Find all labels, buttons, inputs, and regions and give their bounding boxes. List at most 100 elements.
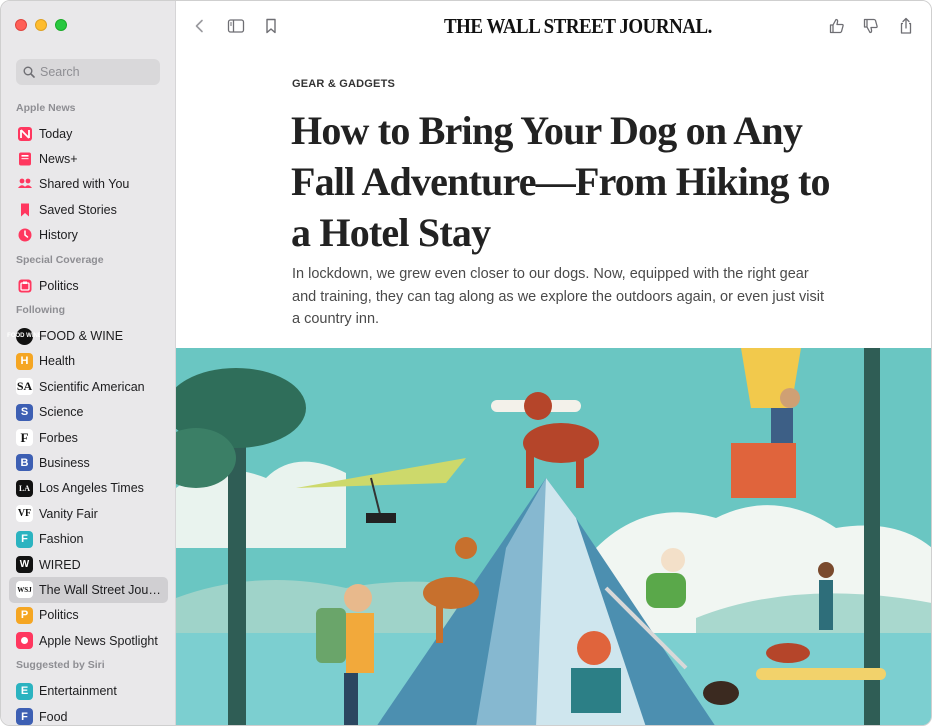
sidebar-item-label: WIRED: [39, 557, 81, 572]
sidebar-item-fashion[interactable]: F Fashion: [1, 526, 176, 551]
share-button[interactable]: [895, 15, 917, 37]
science-badge-icon: S: [16, 403, 33, 421]
sidebar-item-news-plus[interactable]: News+: [1, 146, 176, 171]
sidebar-item-label: Politics: [39, 608, 79, 623]
sidebar-item-saved-stories[interactable]: Saved Stories: [1, 197, 176, 222]
sidebar-item-label: Science: [39, 405, 84, 420]
sidebar-item-label: Today: [39, 126, 73, 141]
sidebar-item-label: Saved Stories: [39, 202, 117, 217]
sidebar-item-label: Entertainment: [39, 684, 117, 699]
search-input[interactable]: [40, 65, 150, 79]
badge-text: FOOD WINE: [7, 333, 42, 340]
sidebar-item-vanity-fair[interactable]: VF Vanity Fair: [1, 501, 176, 526]
sidebar-item-los-angeles-times[interactable]: LA Los Angeles Times: [1, 476, 176, 501]
badge-text: F: [20, 429, 29, 445]
sidebar-item-label: Forbes: [39, 430, 78, 445]
sidebar-item-food-wine[interactable]: FOOD WINE FOOD & WINE: [1, 323, 176, 348]
sidebar-toggle-button[interactable]: [225, 15, 247, 37]
close-window-button[interactable]: [15, 19, 27, 31]
sidebar-item-wall-street-journal[interactable]: WSJ The Wall Street Jour...: [9, 577, 168, 603]
sidebar-item-label: Business: [39, 455, 90, 470]
sidebar-item-label: Shared with You: [39, 177, 130, 192]
section-suggested-by-siri: Suggested by Siri: [16, 659, 105, 672]
forbes-logo-icon: F: [16, 429, 33, 447]
back-button[interactable]: [189, 15, 211, 37]
sidebar-item-label: The Wall Street Jour...: [39, 582, 161, 597]
window-controls: [15, 19, 67, 31]
section-special-coverage: Special Coverage: [16, 253, 104, 266]
zoom-window-button[interactable]: [55, 19, 67, 31]
section-following: Following: [16, 304, 65, 317]
sidebar-item-food[interactable]: F Food: [1, 704, 176, 725]
sidebar-item-history[interactable]: History: [1, 223, 176, 248]
sidebar-item-forbes[interactable]: F Forbes: [1, 425, 176, 450]
bookmark-icon: [16, 201, 33, 218]
sidebar-item-scientific-american[interactable]: SA Scientific American: [1, 374, 176, 399]
sidebar-item-label: Fashion: [39, 532, 84, 547]
vanity-fair-logo-icon: VF: [16, 505, 33, 523]
article-dek: In lockdown, we grew even closer to our …: [292, 266, 824, 327]
fashion-badge-icon: F: [16, 530, 33, 548]
article-kicker[interactable]: GEAR & GADGETS: [292, 78, 395, 90]
minimize-window-button[interactable]: [35, 19, 47, 31]
publication-masthead[interactable]: THE WALL STREET JOURNAL.: [444, 14, 712, 39]
badge-text: F: [21, 710, 28, 723]
sidebar-item-label: Vanity Fair: [39, 506, 98, 521]
badge-text: S: [20, 406, 29, 419]
badge-text: H: [20, 355, 29, 368]
suggest-more-button[interactable]: [826, 15, 848, 37]
la-times-logo-icon: LA: [16, 479, 33, 497]
entertainment-badge-icon: E: [16, 682, 33, 700]
sidebar-item-health[interactable]: H Health: [1, 349, 176, 374]
search-field[interactable]: [16, 59, 160, 85]
badge-text: E: [20, 685, 29, 698]
article-headline: How to Bring Your Dog on Any Fall Advent…: [291, 108, 830, 255]
toolbar: THE WALL STREET JOURNAL.: [176, 1, 931, 51]
sidebar-item-politics-special[interactable]: Politics: [1, 273, 176, 298]
thumbs-down-icon: [863, 18, 878, 34]
sidebar-list: Apple News Today News+ Shared with You S…: [1, 96, 176, 725]
shared-people-icon: [16, 176, 33, 193]
badge-text: VF: [17, 508, 32, 520]
sidebar-item-label: Politics: [39, 278, 79, 293]
sidebar-item-label: FOOD & WINE: [39, 329, 124, 344]
badge-text: SA: [16, 379, 33, 394]
sidebar-item-business[interactable]: B Business: [1, 450, 176, 475]
badge-text: F: [21, 533, 28, 546]
chevron-left-icon: [195, 19, 203, 33]
sidebar-item-science[interactable]: S Science: [1, 400, 176, 425]
wired-logo-icon: W: [16, 556, 33, 574]
news-window: Apple News Today News+ Shared with You: [0, 0, 932, 726]
sidebar-item-apple-news-spotlight[interactable]: Apple News Spotlight: [1, 628, 176, 653]
badge-text: P: [20, 609, 29, 622]
badge-text: WSJ: [17, 585, 32, 594]
sidebar-item-label: Food: [39, 709, 68, 724]
sidebar-item-shared-with-you[interactable]: Shared with You: [1, 172, 176, 197]
news-logo-icon: [16, 125, 33, 142]
sidebar-item-today[interactable]: Today: [1, 121, 176, 146]
sidebar-item-entertainment[interactable]: E Entertainment: [1, 678, 176, 703]
suggest-less-button[interactable]: [860, 15, 882, 37]
section-apple-news: Apple News: [16, 102, 76, 114]
badge-text: W: [19, 559, 30, 571]
wsj-logo-icon: WSJ: [16, 581, 33, 599]
badge-text: B: [20, 456, 29, 469]
dog-adventure-illustration: [176, 348, 931, 725]
sidebar-item-label: Los Angeles Times: [39, 481, 144, 496]
badge-text: LA: [18, 483, 31, 493]
politics-badge-icon: P: [16, 606, 33, 624]
sidebar-item-wired[interactable]: W WIRED: [1, 552, 176, 577]
business-badge-icon: B: [16, 454, 33, 472]
food-wine-logo-icon: FOOD WINE: [7, 327, 42, 345]
sidebar-item-label: Scientific American: [39, 379, 145, 394]
save-story-button[interactable]: [260, 15, 282, 37]
sidebar-item-politics[interactable]: P Politics: [1, 603, 176, 628]
spotlight-icon: [16, 632, 33, 650]
sidebar-icon: [227, 19, 245, 33]
sidebar-item-label: History: [39, 228, 78, 243]
sidebar-item-label: Health: [39, 354, 76, 369]
search-icon: [23, 66, 35, 78]
article-hero-illustration: [176, 348, 931, 725]
food-badge-icon: F: [16, 708, 33, 725]
sidebar: Apple News Today News+ Shared with You: [1, 1, 176, 725]
